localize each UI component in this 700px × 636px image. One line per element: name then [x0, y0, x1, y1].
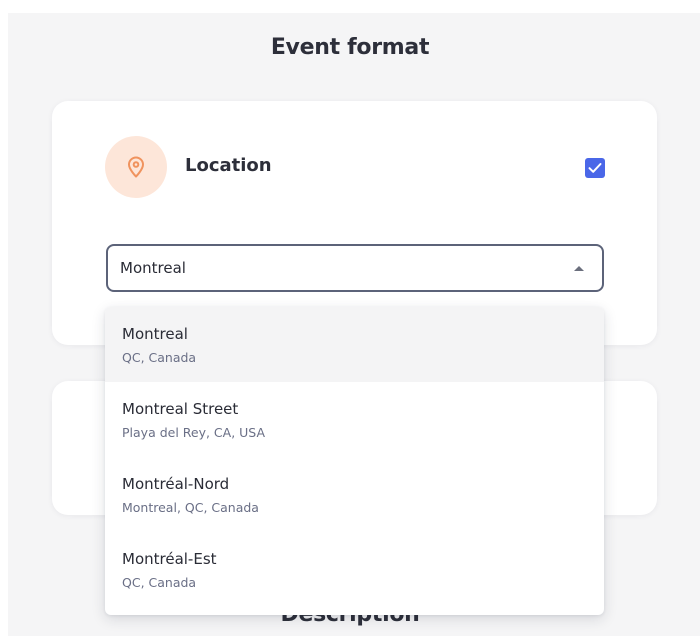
map-pin-icon [128, 156, 144, 178]
location-label: Location [185, 155, 272, 176]
suggestion-option[interactable]: Montréal-Nord Montreal, QC, Canada [105, 457, 604, 532]
suggestion-name: Montréal-Est [122, 550, 217, 568]
location-select[interactable]: Montreal [106, 244, 604, 292]
suggestion-option[interactable]: Montréal-Est QC, Canada [105, 532, 604, 607]
location-checkbox[interactable] [585, 158, 605, 178]
suggestion-option[interactable]: Montreal Street Playa del Rey, CA, USA [105, 382, 604, 457]
suggestion-detail: Montreal, QC, Canada [122, 500, 259, 515]
event-format-title: Event format [270, 35, 430, 60]
suggestion-name: Montreal [122, 325, 188, 343]
location-icon-badge [105, 136, 167, 198]
suggestion-detail: QC, Canada [122, 350, 197, 365]
caret-up-icon[interactable] [574, 266, 584, 271]
suggestion-option[interactable]: Montreal QC, Canada [105, 307, 604, 382]
suggestion-detail: QC, Canada [122, 575, 197, 590]
location-select-value[interactable]: Montreal [120, 259, 186, 277]
checkmark-icon [588, 163, 602, 173]
suggestion-name: Montreal Street [122, 400, 239, 418]
suggestion-name: Montréal-Nord [122, 475, 230, 493]
suggestion-detail: Playa del Rey, CA, USA [122, 425, 266, 440]
location-suggestions-dropdown: Montreal QC, Canada Montreal Street Play… [105, 307, 604, 615]
